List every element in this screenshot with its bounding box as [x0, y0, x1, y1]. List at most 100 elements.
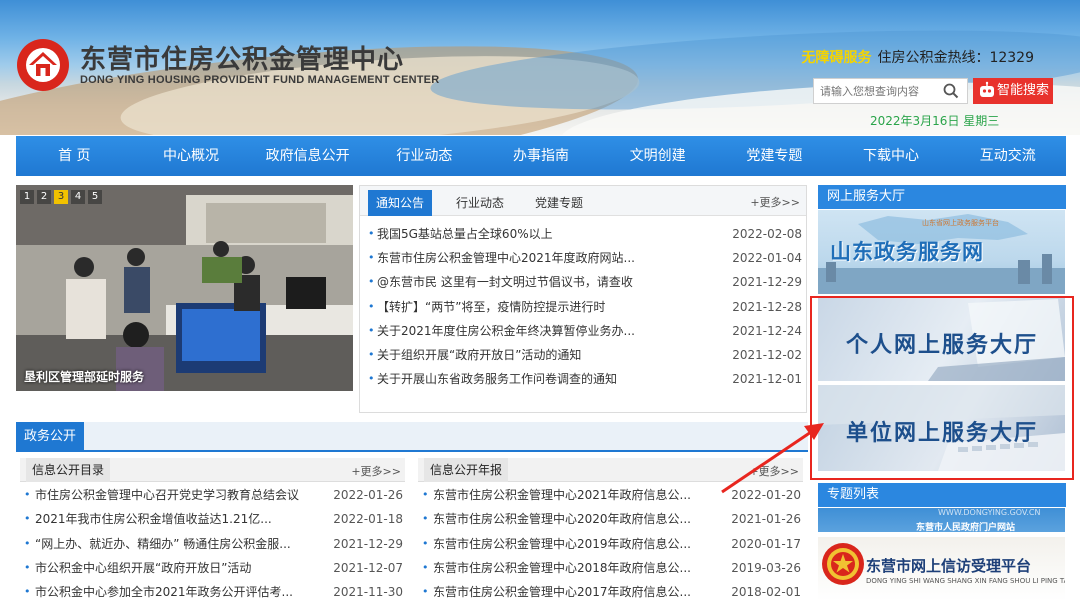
list-item[interactable]: • @东营市民 这里有一封文明过节倡议书，请查收 2021-12-29 — [360, 270, 806, 294]
bullet-icon: • — [368, 275, 375, 289]
list-item[interactable]: • 市住房公积金管理中心召开党史学习教育总结会议 2022-01-26 — [20, 483, 405, 507]
search-input[interactable] — [814, 79, 938, 103]
list-item[interactable]: • 东营市住房公积金管理中心2017年政府信息公... 2018-02-01 — [418, 580, 803, 604]
list-item-title[interactable]: 东营市住房公积金管理中心2021年度政府网站... — [377, 246, 635, 270]
info-catalog-title[interactable]: 信息公开目录 — [26, 458, 111, 482]
list-item[interactable]: • 东营市住房公积金管理中心2019年政府信息公... 2020-01-17 — [418, 532, 803, 556]
list-item[interactable]: • 关于开展山东省政务服务工作问卷调查的通知 2021-12-01 — [360, 367, 806, 391]
info-catalog-list: • 市住房公积金管理中心召开党史学习教育总结会议 2022-01-26 • 2021年我… — [20, 483, 405, 604]
smart-search-label: 智能搜索 — [996, 83, 1049, 98]
list-item[interactable]: • 关于2021年度住房公积金年终决算暂停业务办... 2021-12-24 — [360, 319, 806, 343]
list-item-title[interactable]: 关于组织开展“政府开放日”活动的通知 — [377, 343, 581, 367]
bullet-icon: • — [422, 560, 429, 574]
petition-platform-banner[interactable]: 东营市网上信访受理平台 DONG YING SHI WANG SHANG XIN… — [818, 537, 1065, 601]
hotline-bar: 无障碍服务 住房公积金热线：12329 — [801, 47, 1034, 67]
news-slideshow[interactable]: 1 2 3 4 5 垦利区管理部延时服务 — [16, 185, 353, 391]
bullet-icon: • — [368, 227, 375, 240]
list-item[interactable]: • 东营市住房公积金管理中心2020年政府信息公... 2021-01-26 — [418, 507, 803, 531]
nav-party-building[interactable]: 党建专题 — [716, 136, 833, 176]
info-catalog-column: 信息公开目录 +更多>> • 市住房公积金管理中心召开党史学习教育总结会议 2022… — [20, 458, 405, 604]
bullet-icon: • — [422, 488, 429, 501]
list-item[interactable]: • 【转扩】“两节”将至，疫情防控提示进行时 2021-12-28 — [360, 295, 806, 319]
slide-dot-2[interactable]: 2 — [37, 190, 51, 204]
slide-caption[interactable]: 垦利区管理部延时服务 — [24, 368, 144, 385]
nav-gov-info[interactable]: 政府信息公开 — [249, 136, 366, 176]
list-item-date: 2022-01-18 — [333, 512, 403, 527]
list-item-title[interactable]: 东营市住房公积金管理中心2019年政府信息公... — [433, 532, 691, 556]
list-item-title[interactable]: 市公积金中心组织开展“政府开放日”活动 — [35, 556, 251, 580]
info-catalog-header: 信息公开目录 +更多>> — [20, 458, 405, 482]
slide-dot-3[interactable]: 3 — [54, 190, 68, 204]
search-icon[interactable] — [943, 83, 959, 99]
nav-civilization[interactable]: 文明创建 — [599, 136, 716, 176]
topics-header: 专题列表 — [818, 483, 1066, 507]
slide-dot-4[interactable]: 4 — [71, 190, 85, 204]
list-item-date: 2021-12-29 — [333, 536, 403, 551]
nav-home[interactable]: 首 页 — [16, 136, 133, 176]
smart-search-button[interactable]: 智能搜索 — [973, 78, 1053, 104]
site-subtitle: DONG YING HOUSING PROVIDENT FUND MANAGEM… — [80, 74, 440, 86]
bullet-icon: • — [368, 323, 375, 337]
list-item[interactable]: • 市公积金中心参加全市2021年政务公开评估考... 2021-11-30 — [20, 580, 405, 604]
shandong-gov-service-banner[interactable]: 山东省网上政务服务平台 山东政务服务网 — [818, 210, 1065, 294]
list-item[interactable]: • “网上办、就近办、精细办” 畅通住房公积金服... 2021-12-29 — [20, 532, 405, 556]
list-item-title[interactable]: 关于开展山东省政务服务工作问卷调查的通知 — [377, 367, 617, 391]
logo-icon[interactable] — [16, 38, 70, 92]
header-banner: 东营市住房公积金管理中心 DONG YING HOUSING PROVIDENT… — [0, 0, 1080, 135]
slide-pager: 1 2 3 4 5 — [20, 190, 102, 204]
list-item[interactable]: • 关于组织开展“政府开放日”活动的通知 2021-12-02 — [360, 343, 806, 367]
notices-more-link[interactable]: +更多>> — [750, 194, 800, 210]
current-date: 2022年3月16日 星期三 — [870, 114, 1000, 128]
slide-photo — [16, 185, 353, 391]
nav-downloads[interactable]: 下载中心 — [833, 136, 950, 176]
list-item[interactable]: • 我国5G基站总量占全球60%以上 2022-02-08 — [360, 222, 806, 246]
list-item-title[interactable]: 关于2021年度住房公积金年终决算暂停业务办... — [377, 319, 635, 343]
info-catalog-more-link[interactable]: +更多>> — [351, 463, 401, 479]
list-item-date: 2021-12-07 — [333, 560, 403, 575]
dongying-gov-portal-banner[interactable]: WWW.DONGYING.GOV.CN 东营市人民政府门户网站 — [818, 508, 1065, 532]
slide-dot-5[interactable]: 5 — [88, 190, 102, 204]
highlight-arrow-icon — [721, 423, 824, 494]
list-item-title[interactable]: 2021年我市住房公积金增值收益达1.21亿... — [35, 507, 272, 531]
list-item-title[interactable]: “网上办、就近办、精细办” 畅通住房公积金服... — [35, 532, 291, 556]
main-nav: 首 页 中心概况 政府信息公开 行业动态 办事指南 文明创建 党建专题 下载中心… — [16, 136, 1066, 176]
site-title: 东营市住房公积金管理中心 — [80, 45, 405, 75]
list-item-date: 2021-12-29 — [732, 275, 802, 290]
gov-section-title[interactable]: 政务公开 — [16, 422, 84, 452]
annual-report-title[interactable]: 信息公开年报 — [424, 458, 509, 482]
bullet-icon: • — [24, 488, 31, 501]
tab-industry-news[interactable]: 行业动态 — [456, 191, 504, 215]
bullet-icon: • — [24, 536, 31, 550]
list-item[interactable]: • 东营市住房公积金管理中心2018年政府信息公... 2019-03-26 — [418, 556, 803, 580]
bullet-icon: • — [368, 299, 375, 313]
list-item-title[interactable]: 东营市住房公积金管理中心2020年政府信息公... — [433, 507, 691, 531]
nav-interaction[interactable]: 互动交流 — [949, 136, 1066, 176]
shandong-banner-subtitle: 山东省网上政务服务平台 — [922, 219, 999, 227]
bullet-icon: • — [422, 512, 429, 526]
list-item-title[interactable]: 东营市住房公积金管理中心2017年政府信息公... — [433, 580, 691, 604]
bullet-icon: • — [24, 560, 31, 574]
list-item-title[interactable]: 【转扩】“两节”将至，疫情防控提示进行时 — [377, 295, 605, 319]
list-item-title[interactable]: 东营市住房公积金管理中心2018年政府信息公... — [433, 556, 691, 580]
slide-dot-1[interactable]: 1 — [20, 190, 34, 204]
list-item-date: 2020-01-17 — [731, 536, 801, 551]
highlight-frame — [810, 296, 1074, 480]
list-item[interactable]: • 2021年我市住房公积金增值收益达1.21亿... 2022-01-18 — [20, 507, 405, 531]
list-item-date: 2022-01-04 — [732, 251, 802, 266]
list-item[interactable]: • 市公积金中心组织开展“政府开放日”活动 2021-12-07 — [20, 556, 405, 580]
gov-portal-url: WWW.DONGYING.GOV.CN — [938, 508, 1041, 517]
list-item-title[interactable]: 市住房公积金管理中心召开党史学习教育总结会议 — [35, 483, 299, 507]
bullet-icon: • — [24, 585, 31, 599]
list-item-title[interactable]: 市公积金中心参加全市2021年政务公开评估考... — [35, 580, 293, 604]
tab-notices[interactable]: 通知公告 — [368, 190, 433, 216]
nav-service-guide[interactable]: 办事指南 — [483, 136, 600, 176]
accessibility-link[interactable]: 无障碍服务 — [801, 50, 871, 66]
list-item-date: 2021-12-01 — [732, 372, 802, 387]
list-item-title[interactable]: @东营市民 这里有一封文明过节倡议书，请查收 — [377, 270, 633, 294]
tab-party-building[interactable]: 党建专题 — [535, 191, 583, 215]
list-item[interactable]: • 东营市住房公积金管理中心2021年度政府网站... 2022-01-04 — [360, 246, 806, 270]
nav-industry-news[interactable]: 行业动态 — [366, 136, 483, 176]
nav-center-overview[interactable]: 中心概况 — [133, 136, 250, 176]
list-item-title[interactable]: 我国5G基站总量占全球60%以上 — [377, 222, 553, 246]
list-item-title[interactable]: 东营市住房公积金管理中心2021年政府信息公... — [433, 483, 691, 507]
